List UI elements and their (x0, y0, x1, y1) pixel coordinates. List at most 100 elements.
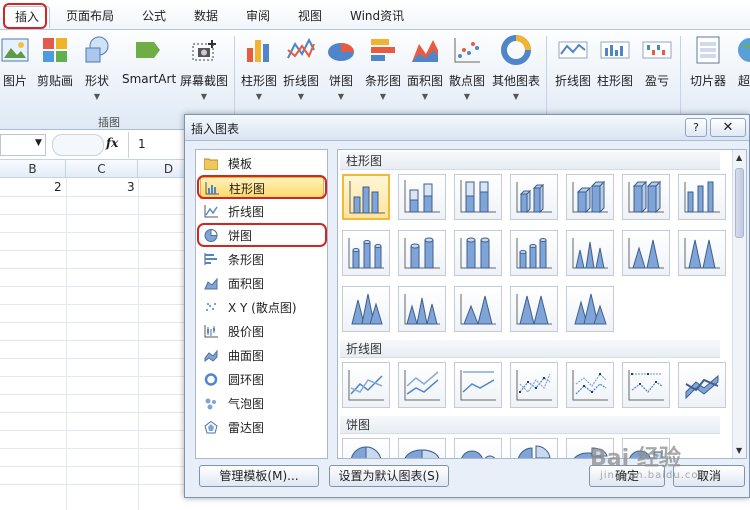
clustered-column-thumb[interactable] (342, 174, 390, 220)
grid-line (0, 376, 200, 377)
3d-pie-thumb[interactable] (398, 438, 446, 458)
3d-stacked-column-thumb[interactable] (566, 174, 614, 220)
chevron-down-icon[interactable]: ▼ (35, 138, 42, 148)
formula-bar-expander[interactable] (52, 134, 104, 156)
hyperlink-button[interactable]: 超 (734, 34, 750, 114)
cone-column-thumb[interactable] (566, 230, 614, 276)
percent-column-thumb[interactable] (454, 174, 502, 220)
chevron-down-icon: ▼ (379, 92, 387, 101)
stacked-pyramid-thumb[interactable] (454, 286, 502, 332)
smartart-button[interactable]: SmartArt (122, 34, 176, 114)
watermark-subtext: jingyan.baidu.com (600, 470, 710, 481)
pie-of-pie-thumb[interactable] (454, 438, 502, 458)
stacked-line-thumb[interactable] (398, 362, 446, 408)
bar-chart-icon (204, 253, 217, 265)
chevron-down-icon: ▼ (463, 92, 471, 101)
help-button[interactable]: ? (685, 118, 707, 137)
3d-column-thumb[interactable] (678, 174, 726, 220)
tab-data[interactable]: 数据 (184, 6, 228, 28)
stacked-cylinder-thumb[interactable] (398, 230, 446, 276)
dialog-titlebar[interactable]: 插入图表 ? ✕ (185, 115, 749, 141)
smartart-icon (136, 42, 160, 58)
category-area[interactable]: 面积图 (200, 273, 324, 295)
percent-cylinder-thumb[interactable] (454, 230, 502, 276)
percent-line-thumb[interactable] (454, 362, 502, 408)
scatter-chart-button[interactable]: 散点图 ▼ (444, 34, 490, 114)
scrollbar-thumb[interactable] (735, 168, 744, 238)
pie-chart-button[interactable]: 饼图 ▼ (318, 34, 364, 114)
line-markers-thumb[interactable] (510, 362, 558, 408)
line-thumb[interactable] (342, 362, 390, 408)
column-chart-button[interactable]: 柱形图 ▼ (236, 34, 282, 114)
stacked-line-markers-thumb[interactable] (566, 362, 614, 408)
category-scatter[interactable]: X Y (散点图) (200, 297, 324, 319)
cell-b1[interactable]: 2 (54, 180, 62, 194)
tab-wind[interactable]: Wind资讯 (340, 6, 414, 28)
category-stock[interactable]: 股价图 (200, 321, 324, 343)
category-line[interactable]: 折线图 (200, 201, 324, 223)
folder-icon (204, 158, 218, 170)
slicer-button[interactable]: 切片器 (684, 34, 732, 114)
column-header-c[interactable]: C (66, 160, 138, 178)
pyramid-icon (404, 294, 440, 325)
cylinder-column-thumb[interactable] (342, 230, 390, 276)
3d-clustered-column-thumb[interactable] (510, 174, 558, 220)
category-column[interactable]: 柱形图 (200, 177, 324, 199)
close-button[interactable]: ✕ (710, 118, 746, 137)
cell-c1[interactable]: 3 (127, 180, 135, 194)
area-chart-button[interactable]: 面积图 ▼ (402, 34, 448, 114)
screenshot-button[interactable]: 屏幕截图 ▼ (178, 34, 230, 114)
sparkline-winloss-label: 盈亏 (644, 74, 669, 88)
stacked-cone-thumb[interactable] (622, 230, 670, 276)
stock-chart-icon (204, 325, 218, 338)
category-template[interactable]: 模板 (200, 153, 324, 175)
column-header-b[interactable]: B (0, 160, 66, 178)
fx-icon[interactable]: fx (106, 136, 118, 150)
percent-line-markers-thumb[interactable] (622, 362, 670, 408)
sparkline-line-label: 折线图 (554, 74, 591, 88)
cone-icon (351, 293, 383, 325)
category-doughnut[interactable]: 圆环图 (200, 369, 324, 391)
percent-pyramid-thumb[interactable] (510, 286, 558, 332)
pyramid-column-thumb[interactable] (398, 286, 446, 332)
category-bar[interactable]: 条形图 (200, 249, 324, 271)
other-charts-button[interactable]: 其他图表 ▼ (490, 34, 542, 114)
tab-view[interactable]: 视图 (288, 6, 332, 28)
category-pie[interactable]: 饼图 (200, 225, 324, 247)
3d-cylinder-thumb[interactable] (510, 230, 558, 276)
grid-line (0, 358, 200, 359)
tab-review[interactable]: 审阅 (236, 6, 280, 28)
line-chart-icon (460, 370, 496, 401)
category-bubble[interactable]: 气泡图 (200, 393, 324, 415)
3d-percent-column-thumb[interactable] (622, 174, 670, 220)
stacked-column-thumb[interactable] (398, 174, 446, 220)
section-header-line: 折线图 (340, 340, 720, 358)
scroll-up-icon[interactable]: ▲ (736, 153, 742, 162)
manage-templates-button[interactable]: 管理模板(M)... (199, 465, 319, 487)
sparkline-line-button[interactable]: 折线图 (550, 34, 596, 114)
tab-insert[interactable]: 插入 (4, 6, 51, 28)
formula-input[interactable]: 1 (138, 137, 146, 151)
percent-column-icon (460, 180, 496, 213)
gallery-scrollbar[interactable]: ▲ ▼ (732, 150, 746, 458)
tab-formulas[interactable]: 公式 (132, 6, 176, 28)
percent-cone-thumb[interactable] (678, 230, 726, 276)
sparkline-column-button[interactable]: 柱形图 (592, 34, 638, 114)
bar-chart-button[interactable]: 条形图 ▼ (360, 34, 406, 114)
clustered-column-icon (349, 181, 385, 214)
clipart-button[interactable]: 剪贴画 (32, 34, 78, 114)
category-radar[interactable]: 雷达图 (200, 417, 324, 439)
pie-thumb[interactable] (342, 438, 390, 458)
set-default-chart-button[interactable]: 设置为默认图表(S) (329, 465, 449, 487)
3d-pyramid-thumb[interactable] (566, 286, 614, 332)
grid-line (0, 196, 200, 197)
sparkline-winloss-button[interactable]: 盈亏 (634, 34, 680, 114)
grid-line (66, 178, 67, 510)
category-surface[interactable]: 曲面图 (200, 345, 324, 367)
3d-line-thumb[interactable] (678, 362, 726, 408)
shapes-button[interactable]: 形状 ▼ (74, 34, 120, 114)
exploded-pie-thumb[interactable] (510, 438, 558, 458)
name-box[interactable]: ▼ (0, 134, 46, 156)
tab-page-layout[interactable]: 页面布局 (56, 6, 124, 28)
3d-cone-thumb[interactable] (342, 286, 390, 332)
